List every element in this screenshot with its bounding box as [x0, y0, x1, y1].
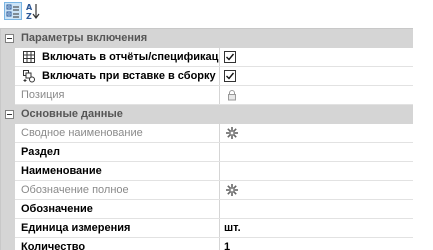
property-name: Включать в отчёты/спецификац — [15, 48, 220, 66]
property-row[interactable]: Обозначение полное — [1, 180, 413, 200]
category-inclusion-params[interactable]: Параметры включения — [1, 29, 413, 48]
property-row[interactable]: Включать в отчёты/спецификац — [1, 47, 413, 67]
property-label: Количество — [21, 241, 86, 250]
scrollbar-area — [413, 28, 433, 250]
checkbox-include-assembly[interactable] — [224, 70, 236, 82]
property-value[interactable] — [221, 67, 411, 85]
property-name: Обозначение — [15, 200, 220, 218]
categorized-view-icon[interactable] — [4, 2, 22, 20]
row-margin — [1, 218, 15, 238]
property-row[interactable]: Количество 1 — [1, 237, 413, 250]
property-label: Единица измерения — [21, 222, 131, 234]
property-name: Включать при вставке в сборку — [15, 67, 220, 85]
gear-icon[interactable] — [225, 126, 239, 143]
property-row[interactable]: Раздел — [1, 142, 413, 162]
property-value[interactable] — [221, 181, 411, 199]
property-label: Сводное наименование — [21, 127, 143, 139]
property-value[interactable] — [221, 124, 411, 142]
property-value[interactable] — [221, 143, 411, 161]
property-row[interactable]: Позиция — [1, 85, 413, 105]
property-row[interactable]: Обозначение — [1, 199, 413, 219]
property-value[interactable] — [221, 48, 411, 66]
row-margin — [1, 237, 15, 250]
report-icon — [22, 50, 36, 64]
property-name: Раздел — [15, 143, 220, 161]
row-margin — [1, 85, 15, 105]
gear-icon[interactable] — [225, 183, 239, 200]
property-value[interactable] — [221, 200, 411, 218]
property-row[interactable]: Наименование — [1, 161, 413, 181]
property-value-text: шт. — [224, 222, 241, 234]
property-row[interactable]: Включать при вставке в сборку — [1, 66, 413, 86]
assembly-icon — [22, 69, 36, 83]
property-value[interactable]: шт. — [221, 219, 411, 237]
property-name: Единица измерения — [15, 219, 220, 237]
row-margin — [1, 47, 15, 67]
row-margin — [1, 142, 15, 162]
property-label: Обозначение — [21, 203, 93, 215]
checkbox-include-reports[interactable] — [224, 51, 236, 63]
toolbar: A Z — [0, 0, 433, 27]
property-row[interactable]: Сводное наименование — [1, 123, 413, 143]
property-name: Наименование — [15, 162, 220, 180]
category-label: Основные данные — [21, 108, 123, 120]
property-label: Раздел — [21, 146, 60, 158]
property-value-text: 1 — [224, 241, 231, 250]
row-margin — [1, 199, 15, 219]
lock-icon — [226, 89, 238, 104]
row-margin — [1, 66, 15, 86]
property-value — [221, 86, 411, 104]
sort-az-icon[interactable]: A Z — [25, 2, 43, 21]
row-margin — [1, 180, 15, 200]
property-label: Обозначение полное — [21, 184, 129, 196]
property-label: Включать при вставке в сборку — [42, 70, 216, 82]
property-grid: Параметры включения Включать в отчёты/сп… — [0, 28, 413, 250]
property-name: Обозначение полное — [15, 181, 220, 199]
property-value[interactable] — [221, 162, 411, 180]
property-name: Позиция — [15, 86, 220, 104]
property-value[interactable]: 1 — [221, 238, 411, 250]
svg-text:A: A — [26, 3, 33, 12]
property-label: Включать в отчёты/спецификац — [42, 51, 219, 63]
property-label: Позиция — [21, 89, 65, 101]
row-margin — [1, 161, 15, 181]
svg-text:Z: Z — [26, 12, 32, 20]
property-name: Количество — [15, 238, 220, 250]
collapse-icon[interactable] — [5, 34, 14, 43]
property-row[interactable]: Единица измерения шт. — [1, 218, 413, 238]
category-main-data[interactable]: Основные данные — [1, 105, 413, 124]
collapse-icon[interactable] — [5, 110, 14, 119]
property-label: Наименование — [21, 165, 102, 177]
row-margin — [1, 123, 15, 143]
category-label: Параметры включения — [21, 32, 148, 44]
property-name: Сводное наименование — [15, 124, 220, 142]
